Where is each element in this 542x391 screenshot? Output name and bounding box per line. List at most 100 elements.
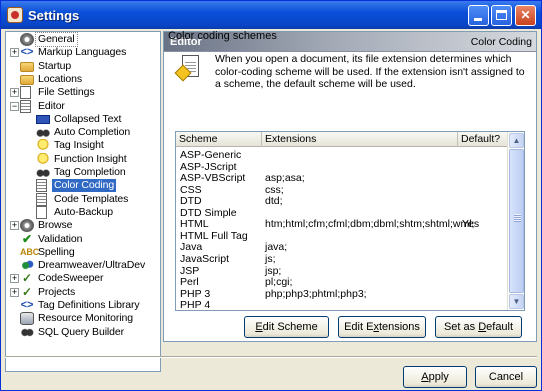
scheme-cell: DTD Simple: [180, 206, 237, 219]
dreamweaver-icon: [20, 259, 34, 273]
scheme-cell: Java: [180, 241, 203, 254]
tree-item-label: SQL Query Builder: [38, 325, 125, 338]
info-text: When you open a document, its file exten…: [215, 53, 525, 90]
panel-header-subtitle: Color Coding: [470, 36, 532, 48]
scroll-thumb[interactable]: [509, 149, 524, 293]
app-icon[interactable]: [7, 7, 23, 23]
grid-row[interactable]: PHP 3 php;php3;phtml;php3;: [176, 287, 507, 300]
scroll-grip-icon: [514, 214, 521, 222]
tree-item-spelling[interactable]: ABC Spelling: [8, 246, 158, 259]
scroll-down-arrow-icon[interactable]: ▼: [509, 294, 524, 309]
cancel-button[interactable]: Cancel: [475, 366, 537, 388]
grid-row[interactable]: CSS css;: [176, 184, 507, 196]
grid-row[interactable]: ASP-Generic: [176, 150, 507, 161]
tree-item-label: Tag Completion: [54, 166, 126, 178]
section-title: Color coding schemes: [168, 30, 277, 42]
tree-item-general[interactable]: General: [8, 32, 158, 47]
apply-accel: A: [421, 371, 429, 383]
expand-icon[interactable]: +: [10, 221, 19, 231]
set-default-label-pre: Set as: [443, 321, 479, 333]
edit-extensions-button[interactable]: Edit Extensions: [338, 316, 426, 338]
tree-item-color-coding[interactable]: Color Coding: [8, 179, 158, 193]
tree-item-locations[interactable]: Locations: [8, 73, 158, 86]
color-scheme-grid[interactable]: Scheme Extensions Default? ASP-Generic AS…: [175, 131, 525, 311]
grid-row[interactable]: HTML Full Tag: [176, 229, 507, 242]
scheme-cell: ASP-Generic: [180, 149, 242, 161]
tree-item-projects[interactable]: + ✓ Projects: [8, 285, 158, 299]
monitor-icon: [20, 312, 34, 326]
settings-window: Settings ✕ General + <> Markup Languages Sta…: [0, 0, 542, 391]
tree-item-auto-backup[interactable]: Auto-Backup: [8, 205, 158, 219]
grid-row[interactable]: Perl pl;cgi;: [176, 277, 507, 288]
tree-item-file-settings[interactable]: + File Settings: [8, 86, 158, 100]
tree-item-tag-insight[interactable]: Tag Insight: [8, 139, 158, 153]
tree-item-tag-completion[interactable]: Tag Completion: [8, 166, 158, 179]
collapse-icon[interactable]: −: [10, 101, 19, 111]
scheme-cell: ASP-JScript: [180, 160, 237, 173]
tree-item-function-insight[interactable]: Function Insight: [8, 152, 158, 166]
expand-icon[interactable]: +: [10, 88, 19, 98]
bulb-icon: [36, 152, 50, 166]
grid-row[interactable]: Java java;: [176, 242, 507, 253]
tree-item-markup-languages[interactable]: + <> Markup Languages: [8, 46, 158, 59]
column-header-extensions[interactable]: Extensions: [262, 132, 458, 147]
edit-scheme-label-post: dit Scheme: [262, 321, 318, 333]
close-button[interactable]: ✕: [515, 5, 536, 26]
grid-row[interactable]: DTD Simple: [176, 206, 507, 219]
tree-item-label: Startup: [38, 59, 72, 72]
tree-item-label: Auto-Backup: [54, 205, 114, 218]
tree-item-label: Dreamweaver/UltraDev: [38, 259, 146, 272]
extensions-cell: java;: [265, 241, 288, 254]
tree-item-tag-definitions-library[interactable]: <> Tag Definitions Library: [8, 299, 158, 312]
tree-item-codesweeper[interactable]: + ✓ CodeSweeper: [8, 272, 158, 285]
scheme-cell: PHP 3: [180, 287, 211, 300]
set-as-default-button[interactable]: Set as Default: [435, 316, 522, 338]
tree-item-resource-monitoring[interactable]: Resource Monitoring: [8, 312, 158, 326]
tree-item-validation[interactable]: ✔ Validation: [8, 231, 158, 246]
expand-icon[interactable]: +: [10, 48, 19, 58]
tree-item-code-templates[interactable]: Code Templates: [8, 192, 158, 206]
default-cell: Yes: [462, 218, 480, 231]
column-header-scheme[interactable]: Scheme: [176, 132, 262, 147]
check-icon: ✔: [22, 231, 32, 246]
close-icon: ✕: [520, 8, 531, 22]
tree-item-label: Editor: [38, 99, 65, 112]
column-header-default[interactable]: Default?: [458, 132, 507, 147]
tree-item-sql-query-builder[interactable]: SQL Query Builder: [8, 325, 158, 339]
tree-item-auto-completion[interactable]: Auto Completion: [8, 126, 158, 140]
grid-row[interactable]: DTD dtd;: [176, 196, 507, 207]
tree-item-browse[interactable]: + Browse: [8, 219, 158, 233]
tree-item-label: Collapsed Text: [54, 112, 122, 125]
expand-icon[interactable]: +: [10, 274, 19, 284]
grid-row[interactable]: ASP-VBScript asp;asa;: [176, 173, 507, 184]
tree-item-dreamweaver-ultradev[interactable]: Dreamweaver/UltraDev: [8, 259, 158, 273]
apply-button[interactable]: Apply: [403, 366, 467, 388]
grid-vertical-scrollbar[interactable]: ▲ ▼: [507, 132, 524, 310]
gear-icon: [20, 33, 34, 46]
scheme-cell: HTML Full Tag: [180, 229, 248, 242]
tree-item-label: Code Templates: [54, 192, 129, 205]
grid-row[interactable]: JavaScript js;: [176, 252, 507, 265]
grid-row[interactable]: PHP 4: [176, 300, 507, 310]
folder-icon: [20, 61, 34, 72]
maximize-button[interactable]: [491, 5, 512, 26]
edit-scheme-accel: E: [255, 321, 263, 333]
grid-header: Scheme Extensions Default?: [176, 132, 507, 147]
scheme-cell: Perl: [180, 276, 199, 289]
scroll-up-arrow-icon[interactable]: ▲: [509, 133, 524, 148]
minimize-button[interactable]: [468, 5, 489, 26]
tree-item-editor[interactable]: − Editor: [8, 99, 158, 113]
grid-row[interactable]: ASP-JScript: [176, 160, 507, 173]
settings-tree[interactable]: General + <> Markup Languages Startup Locatio…: [5, 31, 161, 372]
grid-row[interactable]: JSP jsp;: [176, 265, 507, 277]
edit-extensions-label-post: tensions: [378, 321, 420, 333]
title-bar[interactable]: Settings ✕: [1, 1, 541, 29]
grid-row[interactable]: HTML htm;html;cfm;cfml;dbm;dbml;shtm;shtm…: [176, 219, 507, 230]
tree-item-startup[interactable]: Startup: [8, 60, 158, 73]
binoculars-icon: [36, 126, 50, 140]
scheme-cell: JavaScript: [180, 252, 230, 265]
binoculars-icon: [36, 166, 50, 179]
edit-scheme-button[interactable]: Edit Scheme: [244, 316, 329, 338]
tree-item-collapsed-text[interactable]: Collapsed Text: [8, 113, 158, 126]
expand-icon[interactable]: +: [10, 287, 19, 297]
